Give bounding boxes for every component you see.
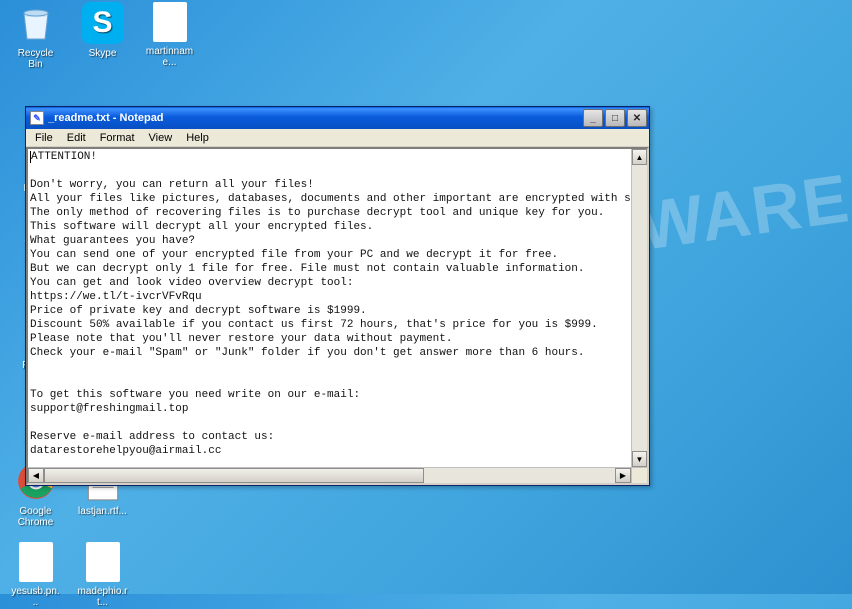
horizontal-scrollbar[interactable]: ◀ ▶ bbox=[28, 467, 647, 483]
skype-icon: S bbox=[82, 2, 124, 44]
desktop-icon-label: yesusb.pn... bbox=[8, 585, 63, 609]
notepad-window: ✎ _readme.txt - Notepad _ □ ✕ File Edit … bbox=[25, 106, 650, 486]
minimize-button[interactable]: _ bbox=[583, 109, 603, 127]
desktop-icon-textfile[interactable]: martinname... bbox=[142, 2, 197, 69]
scroll-up-button[interactable]: ▲ bbox=[632, 149, 647, 165]
menubar: File Edit Format View Help bbox=[26, 129, 649, 147]
scroll-thumb[interactable] bbox=[44, 468, 424, 483]
menu-view[interactable]: View bbox=[142, 131, 180, 145]
file-icon bbox=[86, 542, 120, 582]
textfile-icon bbox=[153, 2, 187, 42]
file-icon bbox=[19, 542, 53, 582]
scroll-track[interactable] bbox=[632, 165, 647, 451]
desktop-icon-madephio[interactable]: madephio.rt... bbox=[75, 542, 130, 609]
scroll-left-button[interactable]: ◀ bbox=[28, 468, 44, 483]
close-button[interactable]: ✕ bbox=[627, 109, 647, 127]
desktop-icon-label: martinname... bbox=[142, 45, 197, 69]
desktop-icon-skype[interactable]: S Skype bbox=[75, 2, 130, 60]
scroll-track[interactable] bbox=[44, 468, 615, 483]
desktop-icon-label: Skype bbox=[75, 47, 130, 60]
resize-grip[interactable] bbox=[631, 468, 647, 483]
menu-edit[interactable]: Edit bbox=[60, 131, 93, 145]
maximize-button[interactable]: □ bbox=[605, 109, 625, 127]
desktop-icon-label: madephio.rt... bbox=[75, 585, 130, 609]
recycle-bin-icon bbox=[15, 2, 57, 44]
desktop-icon-recycle-bin[interactable]: Recycle Bin bbox=[8, 2, 63, 71]
desktop-icon-label: lastjan.rtf... bbox=[75, 505, 130, 518]
vertical-scrollbar[interactable]: ▲ ▼ bbox=[631, 149, 647, 467]
scroll-down-button[interactable]: ▼ bbox=[632, 451, 647, 467]
scroll-right-button[interactable]: ▶ bbox=[615, 468, 631, 483]
text-area-container: ATTENTION! Don't worry, you can return a… bbox=[26, 147, 649, 485]
desktop-icon-yesusb[interactable]: yesusb.pn... bbox=[8, 542, 63, 609]
titlebar[interactable]: ✎ _readme.txt - Notepad _ □ ✕ bbox=[26, 107, 649, 129]
menu-help[interactable]: Help bbox=[179, 131, 216, 145]
desktop-icon-label: Google Chrome bbox=[8, 505, 63, 529]
notepad-icon: ✎ bbox=[30, 111, 44, 125]
menu-file[interactable]: File bbox=[28, 131, 60, 145]
window-title: _readme.txt - Notepad bbox=[48, 112, 581, 124]
menu-format[interactable]: Format bbox=[93, 131, 142, 145]
text-area[interactable]: ATTENTION! Don't worry, you can return a… bbox=[28, 149, 647, 467]
desktop-icon-label: Recycle Bin bbox=[8, 47, 63, 71]
